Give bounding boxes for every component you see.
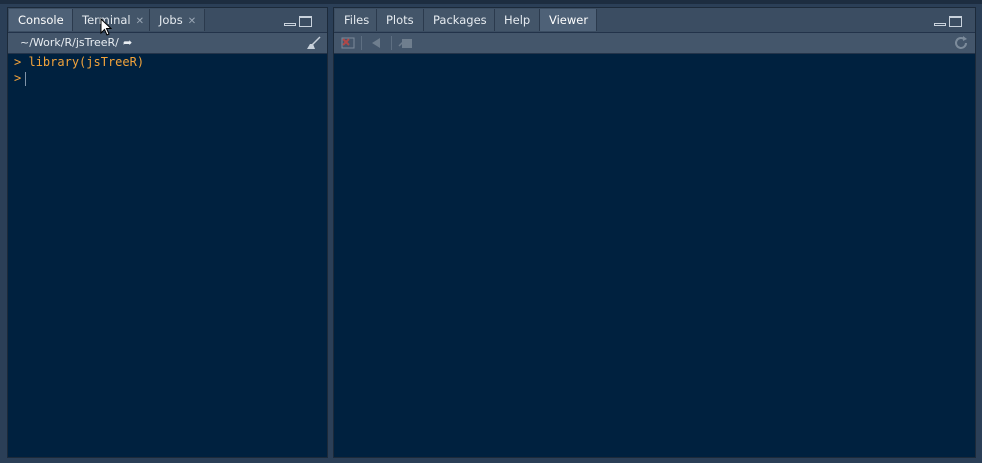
pane-window-controls <box>934 16 964 29</box>
tab-help[interactable]: Help <box>495 9 540 31</box>
tab-plots[interactable]: Plots <box>377 9 424 31</box>
tab-files[interactable]: Files <box>335 9 377 31</box>
tab-packages[interactable]: Packages <box>424 9 495 31</box>
maximize-icon[interactable] <box>949 16 962 27</box>
broom-icon[interactable] <box>304 36 322 50</box>
text-cursor <box>25 71 27 86</box>
tab-label: Files <box>344 13 370 27</box>
maximize-icon[interactable] <box>299 16 312 27</box>
console-pane: Console Terminal ✕ Jobs ✕ ~/Work/R/jsTreeR… <box>7 7 328 458</box>
arrow-right-icon[interactable]: ➦ <box>123 36 132 49</box>
console-toolbar: ~/Work/R/jsTreeR/ ➦ <box>8 33 327 54</box>
tab-label: Jobs <box>159 13 183 27</box>
mouse-pointer-icon <box>100 18 112 36</box>
window-top-edge <box>0 0 982 4</box>
refresh-icon[interactable] <box>954 36 970 50</box>
toolbar-separator <box>361 36 362 50</box>
tab-label: Packages <box>433 13 487 27</box>
remove-icon[interactable] <box>340 36 356 50</box>
viewer-content[interactable] <box>334 54 975 457</box>
console-input-line[interactable]: > <box>14 70 27 86</box>
pane-window-controls <box>284 16 314 29</box>
console-prompt: > <box>14 55 22 69</box>
export-icon[interactable] <box>398 36 414 50</box>
close-icon[interactable]: ✕ <box>188 16 196 27</box>
tab-label: Viewer <box>549 13 589 27</box>
tab-label: Console <box>18 13 64 27</box>
tab-jobs[interactable]: Jobs ✕ <box>150 9 205 31</box>
minimize-icon[interactable] <box>934 23 946 26</box>
viewer-pane: Files Plots Packages Help Viewer <box>333 7 976 458</box>
console-prompt: > <box>14 71 22 85</box>
tab-label: Plots <box>386 13 414 27</box>
back-arrow-icon[interactable] <box>370 36 386 50</box>
viewer-toolbar <box>334 33 975 54</box>
close-icon[interactable]: ✕ <box>136 16 144 27</box>
console-line: > library(jsTreeR) <box>14 54 144 70</box>
tab-label: Help <box>504 13 531 27</box>
tab-console[interactable]: Console <box>9 9 73 31</box>
tab-viewer[interactable]: Viewer <box>540 9 597 31</box>
console-tabbar: Console Terminal ✕ Jobs ✕ <box>8 8 327 33</box>
viewer-tabbar: Files Plots Packages Help Viewer <box>334 8 975 33</box>
console-command: library(jsTreeR) <box>28 55 145 69</box>
minimize-icon[interactable] <box>284 23 296 26</box>
working-directory-path[interactable]: ~/Work/R/jsTreeR/ <box>20 36 119 49</box>
console-output[interactable]: > library(jsTreeR) > <box>8 54 327 457</box>
toolbar-separator <box>391 36 392 50</box>
